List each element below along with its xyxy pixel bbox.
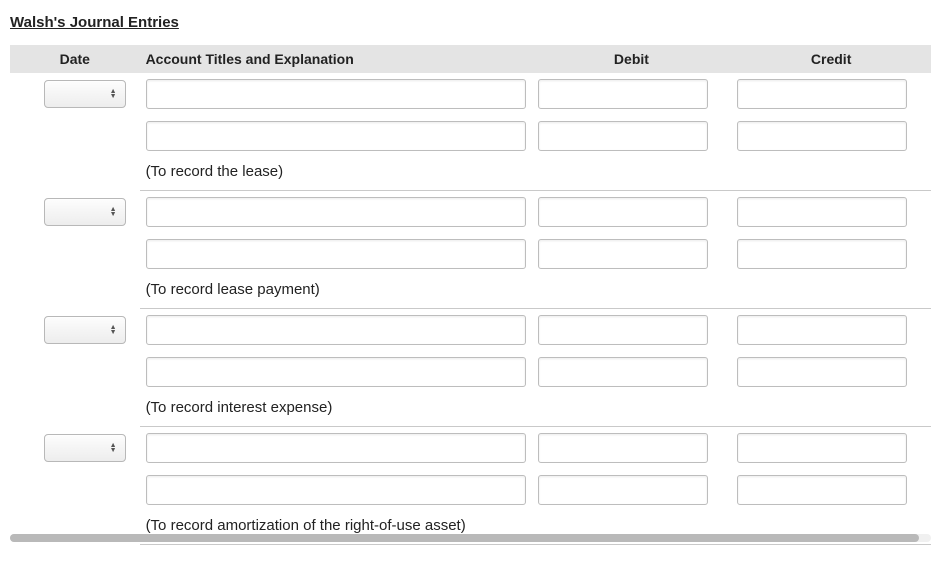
debit-input[interactable]: [538, 315, 708, 345]
debit-input[interactable]: [538, 239, 708, 269]
credit-input[interactable]: [737, 357, 907, 387]
credit-input[interactable]: [737, 197, 907, 227]
debit-input[interactable]: [538, 79, 708, 109]
account-input[interactable]: [146, 79, 526, 109]
chevron-up-down-icon: ▲▼: [110, 89, 117, 99]
credit-input[interactable]: [737, 121, 907, 151]
debit-input[interactable]: [538, 197, 708, 227]
chevron-up-down-icon: ▲▼: [110, 443, 117, 453]
account-input[interactable]: [146, 475, 526, 505]
account-input[interactable]: [146, 433, 526, 463]
account-input[interactable]: [146, 357, 526, 387]
debit-input[interactable]: [538, 433, 708, 463]
entry-note: (To record lease payment): [146, 281, 320, 298]
credit-input[interactable]: [737, 239, 907, 269]
credit-input[interactable]: [737, 433, 907, 463]
journal-table: Date Account Titles and Explanation Debi…: [10, 45, 931, 545]
entry-note: (To record amortization of the right-of-…: [146, 517, 466, 534]
entry-note: (To record the lease): [146, 163, 284, 180]
date-select[interactable]: ▲▼: [44, 198, 126, 226]
col-header-date: Date: [10, 45, 140, 73]
debit-input[interactable]: [538, 475, 708, 505]
scrollbar-thumb[interactable]: [10, 534, 919, 542]
date-select[interactable]: ▲▼: [44, 434, 126, 462]
account-input[interactable]: [146, 315, 526, 345]
col-header-debit: Debit: [532, 45, 732, 73]
col-header-explanation: Account Titles and Explanation: [140, 45, 532, 73]
account-input[interactable]: [146, 197, 526, 227]
debit-input[interactable]: [538, 121, 708, 151]
account-input[interactable]: [146, 121, 526, 151]
chevron-up-down-icon: ▲▼: [110, 207, 117, 217]
date-select[interactable]: ▲▼: [44, 80, 126, 108]
credit-input[interactable]: [737, 315, 907, 345]
date-select[interactable]: ▲▼: [44, 316, 126, 344]
account-input[interactable]: [146, 239, 526, 269]
horizontal-scrollbar[interactable]: [10, 534, 931, 542]
credit-input[interactable]: [737, 79, 907, 109]
chevron-up-down-icon: ▲▼: [110, 325, 117, 335]
col-header-credit: Credit: [731, 45, 931, 73]
entry-note: (To record interest expense): [146, 399, 333, 416]
credit-input[interactable]: [737, 475, 907, 505]
page-title: Walsh's Journal Entries: [10, 14, 931, 31]
debit-input[interactable]: [538, 357, 708, 387]
